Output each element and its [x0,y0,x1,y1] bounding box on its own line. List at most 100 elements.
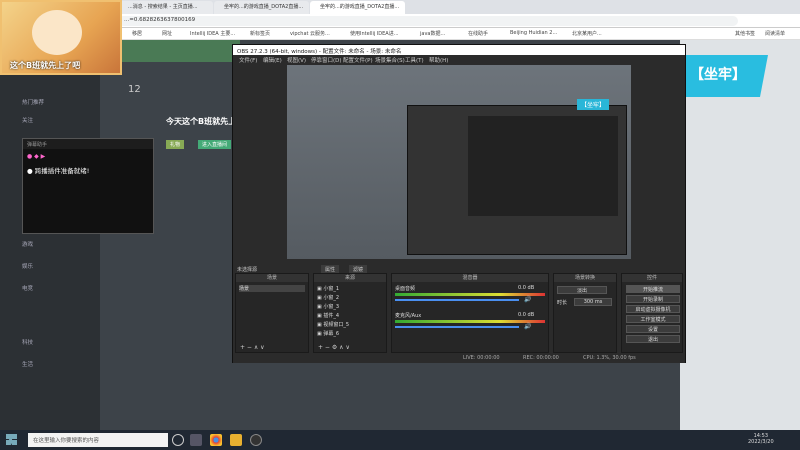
source-item-label: 小窗_2 [323,295,340,301]
speaker-icon[interactable]: 🔊 [524,323,531,330]
bookmark[interactable]: 使用Intellij IDEA进... [350,30,399,37]
nav-item[interactable]: 热门推荐 [22,98,44,106]
controls-dock: 控件 开始推流 开始录制 启动虚拟摄像机 工作室模式 设置 退出 [621,273,683,353]
nested-preview [407,105,627,255]
scene-toolbar: 未选择源 属性 滤镜 [233,265,685,274]
mixer-track-name: 麦克风/Aux [395,313,422,319]
start-recording-button[interactable]: 开始录制 [626,295,680,303]
taskbar-search[interactable]: 在这里输入你要搜索的内容 [28,433,168,447]
preview-badge: 【坐牢】 [577,99,610,110]
bookmark[interactable]: 其他书签 [735,30,755,37]
task-view-icon[interactable] [190,434,202,446]
volume-slider[interactable] [395,326,519,328]
mixer-dock-title: 混音器 [392,274,548,282]
folder-icon[interactable] [230,434,242,446]
address-bar[interactable]: ...=0.6828263637800169 [118,16,738,26]
bookmark[interactable]: vipchat 云服务... [290,30,330,37]
scenes-dock: 场景 场景 + − ∧ ∨ [235,273,309,353]
live-timer: LIVE: 00:00:00 [463,355,500,361]
scene-controls[interactable]: + − ∧ ∨ [240,344,265,351]
source-item[interactable]: ▣ 小窗_1 [317,285,339,292]
sources-dock: 来源 ▣ 小窗_1 ▣ 小窗_2 ▣ 小窗_3 ▣ 插件_4 ▣ 视频窗口_5 … [313,273,387,353]
mixer-dock: 混音器 桌面音频 0.0 dB 🔊 麦克风/Aux 0.0 dB 🔊 [391,273,549,353]
bookmark[interactable]: java数据... [420,30,445,37]
speaker-icon[interactable]: 🔊 [524,296,531,303]
chat-message: ● 跨播插件准备就绪! [27,167,90,175]
bookmark[interactable]: 移居 [132,30,142,37]
browser-tab[interactable]: 坐牢的...的游戏直播_DOTA2直播... [214,1,309,14]
source-item[interactable]: ▣ 弹幕_6 [317,330,339,337]
cpu-fps: CPU: 1.3%, 30.00 fps [583,355,636,361]
nav-item[interactable]: 生活 [22,360,33,368]
chrome-icon[interactable] [210,434,222,446]
bookmark[interactable]: 北京某用户... [572,30,602,37]
clock-date: 2022/3/20 [748,439,774,445]
obs-menu-bar: 文件(F) 编辑(E) 视图(V) 停靠窗口(D) 配置文件(P) 场景集合(S… [233,55,685,65]
site-left-nav: 热门推荐 关注 直播 游戏 娱乐 电竞 科技 生活 [0,40,100,430]
obs-title: OBS 27.2.3 (64-bit, windows) - 配置文件: 未命名… [233,45,685,55]
menu-view[interactable]: 视图(V) [287,56,306,64]
nav-item[interactable]: 电竞 [22,284,33,292]
obs-docks: 未选择源 属性 滤镜 场景 场景 + − ∧ ∨ 来源 ▣ 小窗_1 ▣ 小窗_… [233,265,685,363]
studio-mode-button[interactable]: 工作室模式 [626,315,680,323]
avatar-caption: 这个B班就先上了吧 [10,61,81,70]
scene-item[interactable]: 场景 [239,285,305,292]
exit-button[interactable]: 退出 [626,335,680,343]
menu-docks[interactable]: 停靠窗口(D) [311,56,342,64]
controls-dock-title: 控件 [622,274,682,282]
transitions-dock: 场景转换 淡出 时长 300 ms [553,273,617,353]
bookmark[interactable]: 在线助手 [468,30,488,37]
danmaku-header: 弹幕助手 [23,139,153,149]
start-streaming-button[interactable]: 开始推流 [626,285,680,293]
transition-select[interactable]: 淡出 [557,286,607,294]
source-item[interactable]: ▣ 小窗_2 [317,294,339,301]
duration-input[interactable]: 300 ms [574,298,612,306]
volume-slider[interactable] [395,299,519,301]
menu-edit[interactable]: 编辑(E) [263,56,282,64]
virtual-camera-button[interactable]: 启动虚拟摄像机 [626,305,680,313]
menu-scene-collection[interactable]: 场景集合(S) [375,56,405,64]
menu-help[interactable]: 帮助(H) [429,56,448,64]
browser-tab-active[interactable]: 坐牢的...的游戏直播_DOTA2直播... [310,1,405,14]
chat-message-text: 跨播插件准备就绪! [34,167,90,175]
obs-icon[interactable] [250,434,262,446]
menu-profile[interactable]: 配置文件(P) [343,56,373,64]
source-item-label: 弹幕_6 [323,331,340,337]
streamer-avatar: 这个B班就先上了吧 [0,0,122,75]
no-source-label: 未选择源 [237,267,258,273]
bookmark[interactable]: 阅读清单 [765,30,785,37]
menu-tools[interactable]: 工具(T) [405,56,424,64]
source-item[interactable]: ▣ 视频窗口_5 [317,321,349,328]
nav-item[interactable]: 娱乐 [22,262,33,270]
enter-room-button[interactable]: 进入直播间 [198,140,232,149]
cortana-icon[interactable] [172,434,184,446]
obs-preview[interactable]: 【坐牢】 [287,65,631,259]
source-controls[interactable]: + − ⚙ ∧ ∨ [318,344,350,351]
bookmark[interactable]: Intellij IDEA 主要... [190,30,235,37]
windows-start-icon[interactable] [6,434,17,445]
nested-preview-inner [468,116,618,216]
scenes-dock-title: 场景 [236,274,308,282]
nav-item[interactable]: 游戏 [22,240,33,248]
bookmark[interactable]: Beijing Huidian 2... [510,30,557,36]
system-clock[interactable]: 14:53 2022/3/20 [748,433,774,445]
source-item[interactable]: ▣ 小窗_3 [317,303,339,310]
obs-status-bar: LIVE: 00:00:00 REC: 00:00:00 CPU: 1.3%, … [233,353,685,363]
chat-icons: ● ◆ ▶ [27,153,46,160]
bookmark[interactable]: 新标签页 [250,30,270,37]
nav-item[interactable]: 关注 [22,116,33,124]
audio-meter [395,293,545,296]
settings-button[interactable]: 设置 [626,325,680,333]
sources-dock-title: 来源 [314,274,386,282]
danmaku-window: 弹幕助手 ● ◆ ▶ ● 跨播插件准备就绪! [22,138,154,234]
gift-badge[interactable]: 礼物 [166,140,185,149]
source-item-label: 小窗_1 [323,286,340,292]
audio-meter [395,320,545,323]
bookmark[interactable]: 网址 [162,30,172,37]
follow-count: 12 [128,84,141,95]
nav-item[interactable]: 科技 [22,338,33,346]
source-item[interactable]: ▣ 插件_4 [317,312,339,319]
browser-tab[interactable]: ...消息 - 搜索结果 - 主页直播... [118,1,213,14]
menu-file[interactable]: 文件(F) [239,56,257,64]
stream-title: 今天这个B班就先上 [166,117,237,126]
